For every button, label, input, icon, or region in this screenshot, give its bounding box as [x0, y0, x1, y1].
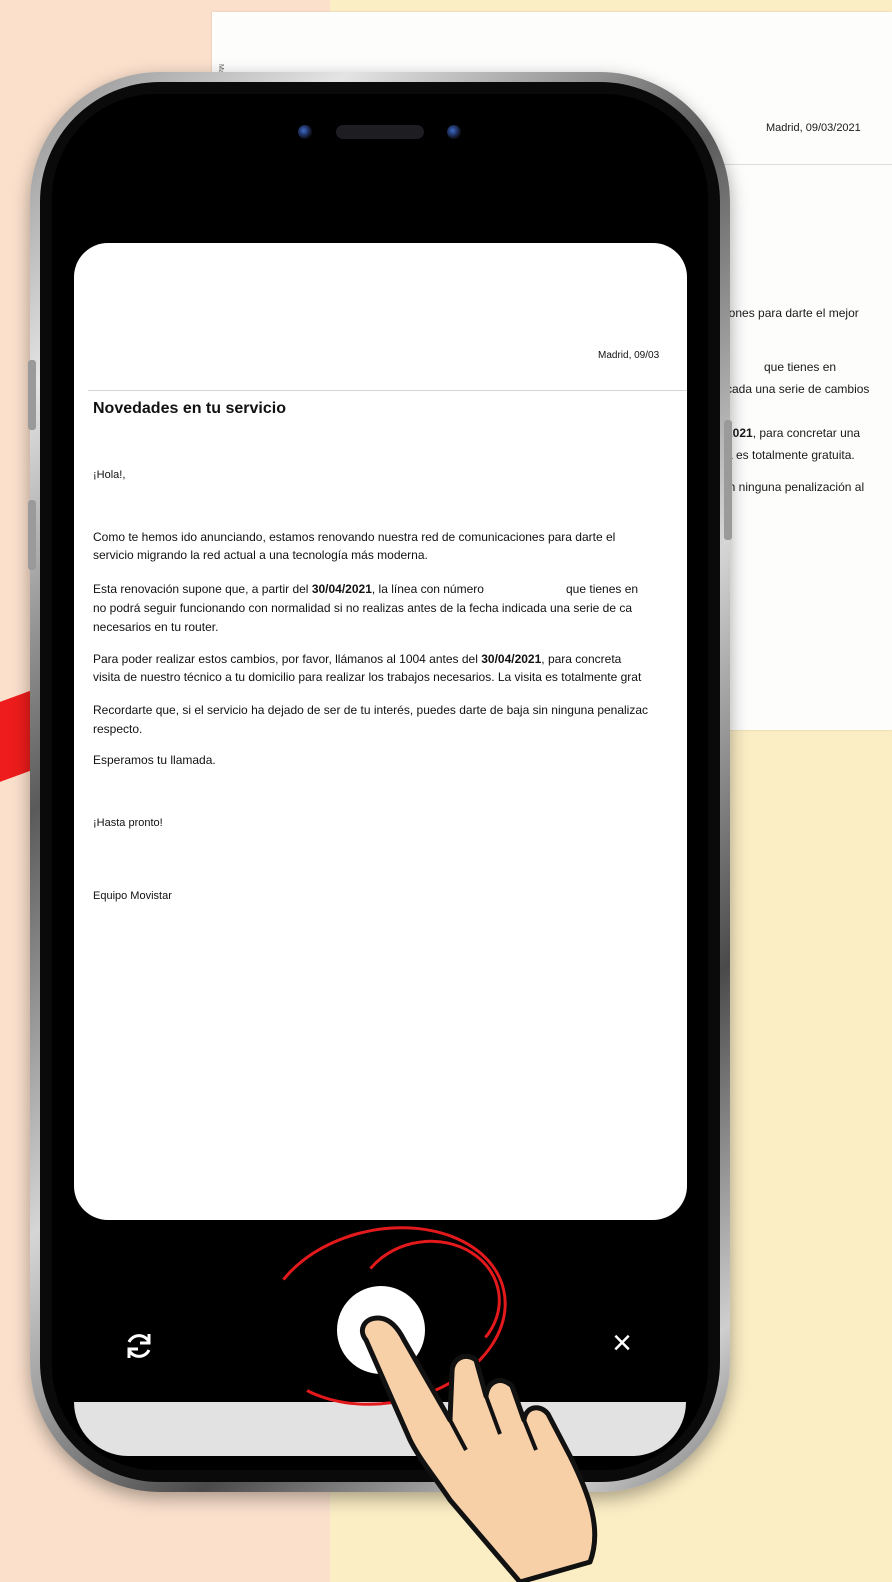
document-paragraph-line: Como te hemos ido anunciando, estamos re…	[93, 530, 616, 544]
paper-line: que tienes en	[764, 360, 837, 374]
volume-up-button	[28, 360, 36, 430]
scanned-document: Madrid, 09/03 Novedades en tu servicio ¡…	[74, 243, 687, 1220]
rotate-camera-icon[interactable]	[119, 1326, 159, 1366]
document-paragraph-line: respecto.	[93, 722, 143, 736]
document-paragraph-line: necesarios en tu router.	[93, 620, 219, 634]
document-paragraph-line: Esta renovación supone que, a partir del…	[93, 582, 484, 596]
document-paragraph-line: no podrá seguir funcionando con normalid…	[93, 601, 633, 615]
document-signature: Equipo Movistar	[93, 890, 172, 902]
document-paragraph-line: servicio migrando la red actual a una te…	[93, 548, 428, 562]
earpiece-speaker	[336, 125, 424, 139]
text-span: , la línea con número	[371, 582, 484, 596]
bold-date: 30/04/2021	[311, 582, 372, 596]
document-paragraph-line: Recordarte que, si el servicio ha dejado…	[93, 703, 649, 717]
document-divider	[88, 390, 687, 391]
document-paragraph-line: visita de nuestro técnico a tu domicilio…	[93, 670, 642, 684]
document-paragraph-line: que tienes en	[566, 582, 639, 596]
document-closing: ¡Hasta pronto!	[93, 817, 163, 829]
power-button	[724, 420, 732, 540]
pointing-hand-icon	[360, 1315, 598, 1582]
volume-down-button	[28, 500, 36, 570]
sensor-icon	[447, 125, 461, 139]
paper-date: Madrid, 09/03/2021	[766, 122, 861, 134]
paper-line: iones para darte el mejor	[726, 306, 859, 320]
text-span: , para concreta	[541, 652, 622, 666]
paper-line: cada una serie de cambios	[726, 382, 870, 396]
text-span: Esta renovación supone que, a partir del	[93, 582, 312, 596]
document-paragraph-line: Para poder realizar estos cambios, por f…	[93, 652, 621, 666]
front-camera-icon	[298, 125, 312, 139]
document-date: Madrid, 09/03	[598, 350, 660, 361]
paper-line: in ninguna penalización al	[726, 480, 865, 494]
paper-line: a es totalmente gratuita.	[726, 448, 855, 462]
document-title: Novedades en tu servicio	[93, 400, 286, 417]
bold-date: 30/04/2021	[481, 652, 542, 666]
document-paragraph-line: Esperamos tu llamada.	[93, 753, 216, 767]
paper-line: , para concretar una	[752, 426, 861, 440]
document-greeting: ¡Hola!,	[93, 469, 126, 481]
text-span: Para poder realizar estos cambios, por f…	[93, 652, 482, 666]
